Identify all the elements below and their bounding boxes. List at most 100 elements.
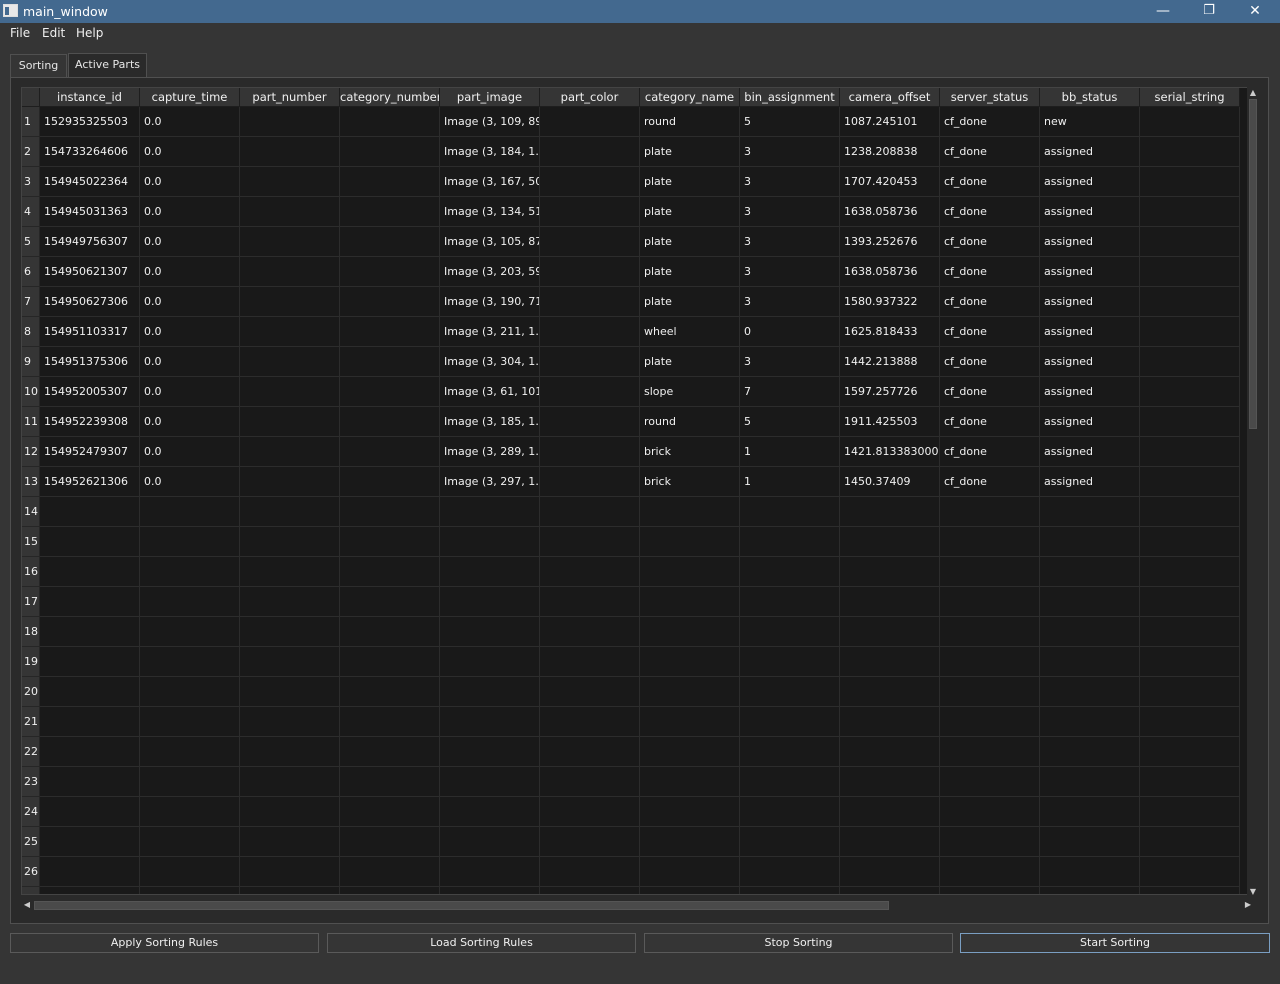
table-cell-category-number[interactable] — [340, 377, 440, 407]
table-cell-category-name[interactable] — [640, 647, 740, 677]
table-cell-bin-assignment[interactable]: 5 — [740, 107, 840, 137]
table-cell-part-color[interactable] — [540, 467, 640, 497]
row-header[interactable]: 15 — [22, 527, 40, 557]
table-cell-serial-string[interactable] — [1140, 467, 1240, 497]
table-cell-bin-assignment[interactable] — [740, 797, 840, 827]
horizontal-scroll-thumb[interactable] — [34, 901, 889, 910]
row-header[interactable]: 11 — [22, 407, 40, 437]
row-header[interactable]: 18 — [22, 617, 40, 647]
table-cell-bb-status[interactable]: assigned — [1040, 437, 1140, 467]
table-cell-serial-string[interactable] — [1140, 107, 1240, 137]
table-cell-serial-string[interactable] — [1140, 257, 1240, 287]
table-cell-bb-status[interactable] — [1040, 587, 1140, 617]
table-cell-bin-assignment[interactable] — [740, 707, 840, 737]
table-cell-category-name[interactable]: wheel — [640, 317, 740, 347]
table-cell-part-color[interactable] — [540, 317, 640, 347]
table-cell-capture-time[interactable] — [140, 797, 240, 827]
table-cell-part-color[interactable] — [540, 587, 640, 617]
table-cell-part-image[interactable]: Image (3, 184, 1… — [440, 137, 540, 167]
table-cell-capture-time[interactable]: 0.0 — [140, 137, 240, 167]
table-cell-instance-id[interactable] — [40, 767, 140, 797]
table-cell-part-image[interactable]: Image (3, 134, 51) — [440, 197, 540, 227]
table-cell-category-name[interactable] — [640, 707, 740, 737]
table-cell-serial-string[interactable] — [1140, 407, 1240, 437]
table-cell-category-name[interactable] — [640, 887, 740, 894]
table-cell-instance-id[interactable] — [40, 737, 140, 767]
table-cell-serial-string[interactable] — [1140, 827, 1240, 857]
table-cell-category-number[interactable] — [340, 347, 440, 377]
table-cell-part-image[interactable] — [440, 737, 540, 767]
table-cell-part-color[interactable] — [540, 767, 640, 797]
table-cell-part-image[interactable] — [440, 707, 540, 737]
table-cell-category-name[interactable] — [640, 587, 740, 617]
table-cell-part-number[interactable] — [240, 587, 340, 617]
table-cell-bin-assignment[interactable]: 5 — [740, 407, 840, 437]
table-cell-category-number[interactable] — [340, 497, 440, 527]
row-header[interactable]: 21 — [22, 707, 40, 737]
table-cell-bin-assignment[interactable]: 3 — [740, 257, 840, 287]
table-cell-part-image[interactable] — [440, 887, 540, 894]
table-cell-server-status[interactable]: cf_done — [940, 317, 1040, 347]
table-cell-instance-id[interactable]: 154952239308 — [40, 407, 140, 437]
table-cell-category-name[interactable] — [640, 797, 740, 827]
row-header[interactable]: 1 — [22, 107, 40, 137]
table-cell-serial-string[interactable] — [1140, 587, 1240, 617]
table-cell-part-image[interactable] — [440, 767, 540, 797]
table-cell-bb-status[interactable] — [1040, 767, 1140, 797]
table-cell-category-number[interactable] — [340, 107, 440, 137]
table-cell-camera-offset[interactable]: 1450.37409 — [840, 467, 940, 497]
table-cell-serial-string[interactable] — [1140, 767, 1240, 797]
table-cell-part-number[interactable] — [240, 167, 340, 197]
row-header[interactable]: 14 — [22, 497, 40, 527]
table-cell-bin-assignment[interactable] — [740, 497, 840, 527]
table-cell-server-status[interactable]: cf_done — [940, 167, 1040, 197]
row-header[interactable]: 20 — [22, 677, 40, 707]
table-cell-category-number[interactable] — [340, 467, 440, 497]
table-cell-bb-status[interactable]: assigned — [1040, 287, 1140, 317]
table-cell-camera-offset[interactable]: 1580.937322 — [840, 287, 940, 317]
table-cell-server-status[interactable] — [940, 587, 1040, 617]
table-cell-serial-string[interactable] — [1140, 617, 1240, 647]
table-cell-bb-status[interactable]: assigned — [1040, 347, 1140, 377]
table-cell-bb-status[interactable]: assigned — [1040, 167, 1140, 197]
table-cell-part-number[interactable] — [240, 197, 340, 227]
table-cell-camera-offset[interactable] — [840, 587, 940, 617]
table-cell-part-color[interactable] — [540, 557, 640, 587]
table-cell-serial-string[interactable] — [1140, 227, 1240, 257]
table-cell-part-image[interactable] — [440, 797, 540, 827]
table-cell-bb-status[interactable]: assigned — [1040, 257, 1140, 287]
table-cell-serial-string[interactable] — [1140, 527, 1240, 557]
row-header[interactable]: 4 — [22, 197, 40, 227]
table-cell-part-number[interactable] — [240, 707, 340, 737]
table-cell-capture-time[interactable]: 0.0 — [140, 227, 240, 257]
table-cell-part-color[interactable] — [540, 257, 640, 287]
table-cell-capture-time[interactable] — [140, 767, 240, 797]
table-cell-part-image[interactable] — [440, 617, 540, 647]
table-cell-server-status[interactable]: cf_done — [940, 407, 1040, 437]
table-cell-part-color[interactable] — [540, 527, 640, 557]
table-cell-instance-id[interactable]: 154945022364 — [40, 167, 140, 197]
table-cell-bb-status[interactable]: assigned — [1040, 227, 1140, 257]
table-cell-server-status[interactable]: cf_done — [940, 107, 1040, 137]
table-cell-server-status[interactable] — [940, 527, 1040, 557]
menu-edit[interactable]: Edit — [42, 26, 65, 40]
table-cell-instance-id[interactable] — [40, 797, 140, 827]
table-cell-category-number[interactable] — [340, 647, 440, 677]
table-cell-part-color[interactable] — [540, 137, 640, 167]
table-cell-category-name[interactable] — [640, 857, 740, 887]
table-cell-bb-status[interactable] — [1040, 797, 1140, 827]
table-cell-bb-status[interactable] — [1040, 527, 1140, 557]
table-cell-part-number[interactable] — [240, 887, 340, 894]
table-cell-category-name[interactable] — [640, 497, 740, 527]
table-cell-part-number[interactable] — [240, 497, 340, 527]
table-cell-camera-offset[interactable] — [840, 737, 940, 767]
column-header-camera-offset[interactable]: camera_offset — [840, 88, 940, 107]
table-cell-capture-time[interactable] — [140, 887, 240, 894]
table-cell-capture-time[interactable]: 0.0 — [140, 167, 240, 197]
table-cell-part-number[interactable] — [240, 287, 340, 317]
table-cell-part-color[interactable] — [540, 407, 640, 437]
table-cell-capture-time[interactable] — [140, 827, 240, 857]
table-cell-part-color[interactable] — [540, 617, 640, 647]
table-cell-capture-time[interactable]: 0.0 — [140, 407, 240, 437]
table-cell-bb-status[interactable] — [1040, 827, 1140, 857]
